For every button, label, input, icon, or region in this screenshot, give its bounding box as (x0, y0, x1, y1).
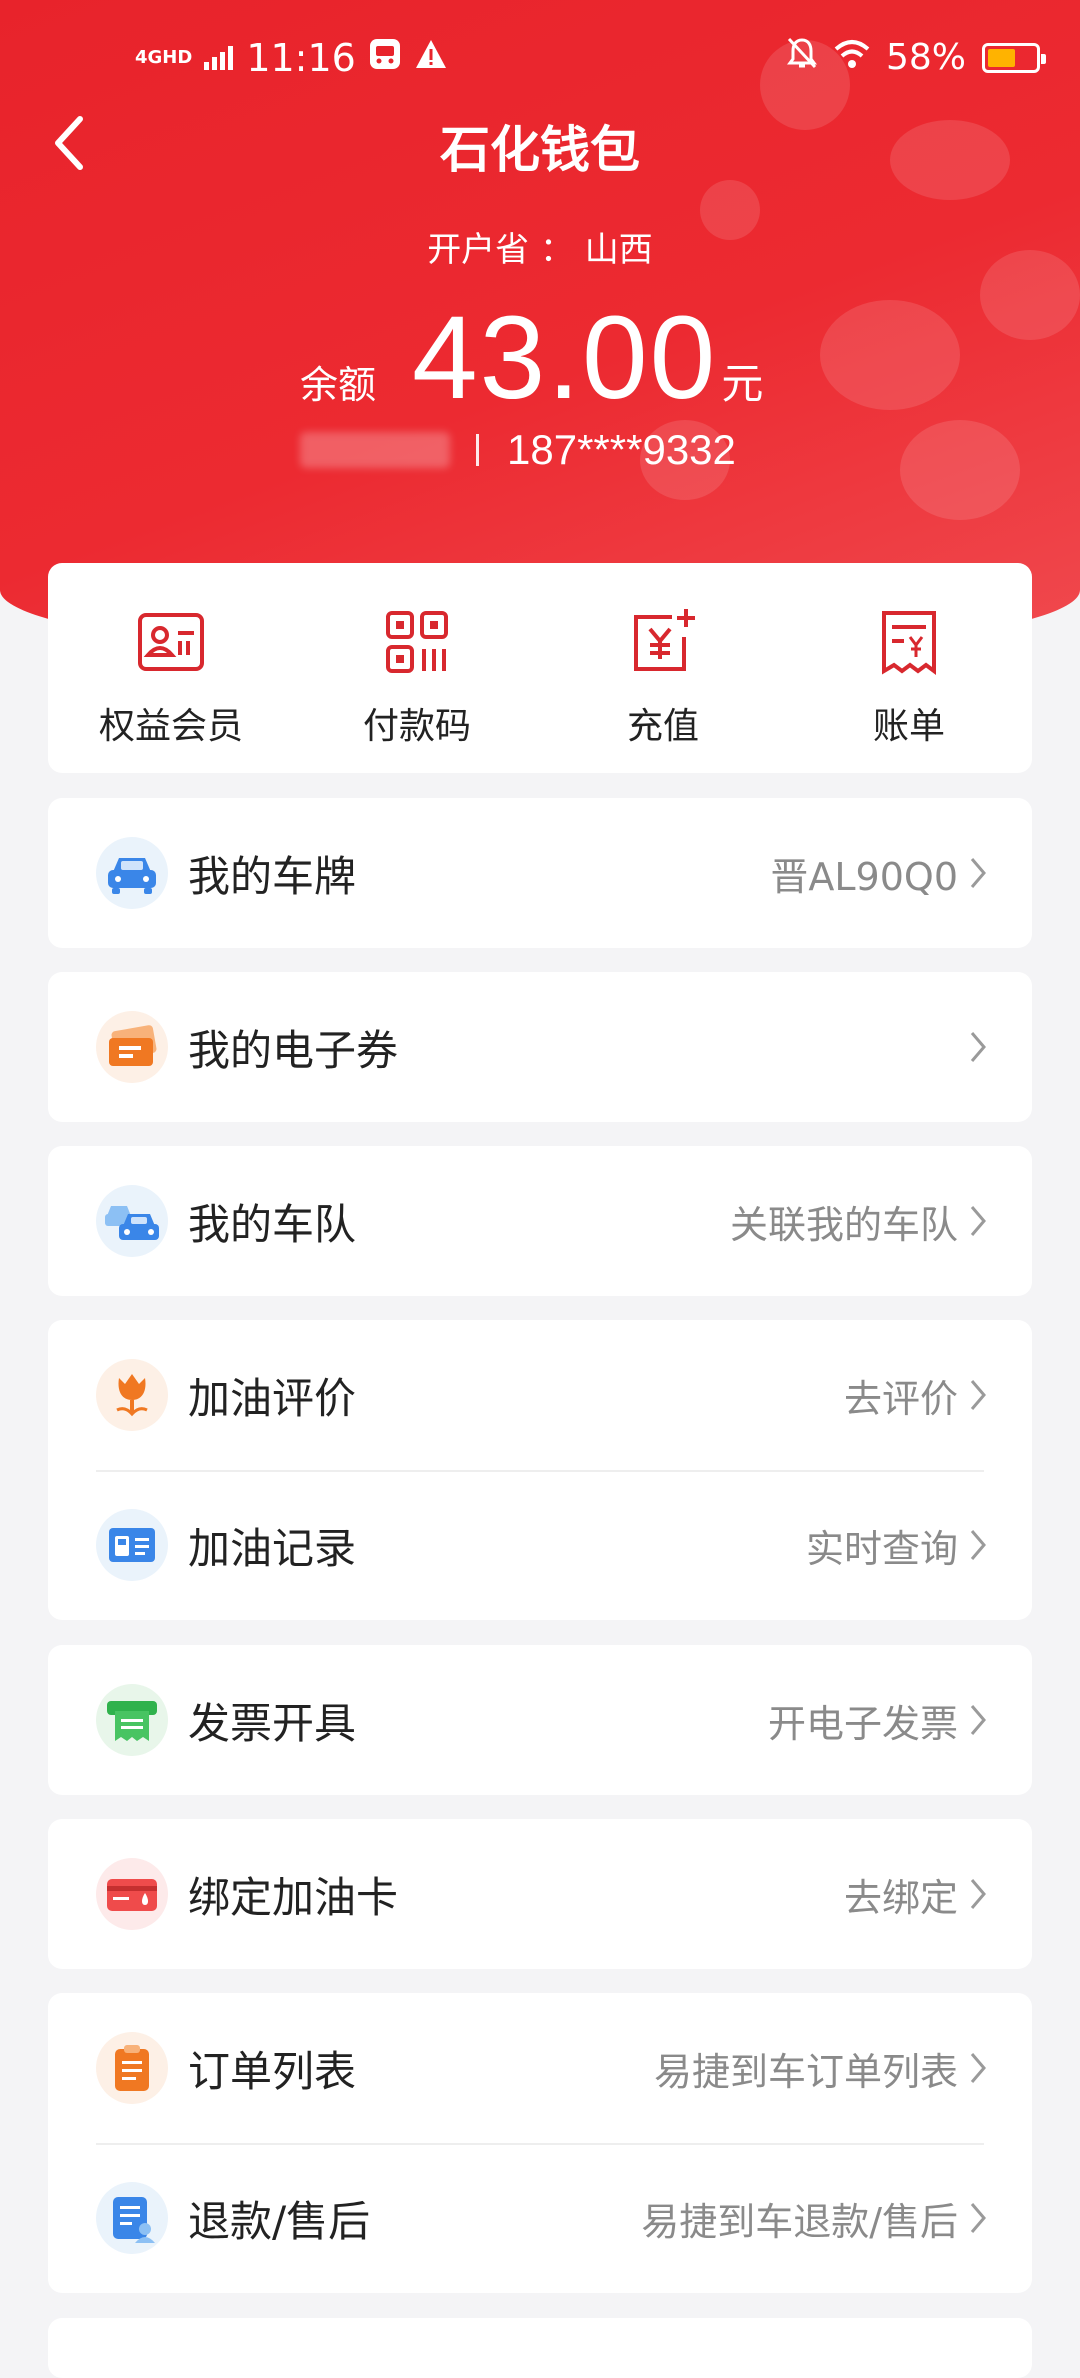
quick-action-label: 付款码 (362, 706, 471, 747)
menu-item-label: 订单列表 (188, 2046, 357, 2096)
card-bind-card: 绑定加油卡 去绑定 (48, 1819, 1032, 1969)
card-next (48, 2318, 1032, 2378)
menu-item-label: 退款/售后 (188, 2196, 371, 2246)
status-bar: 4GHD 11:16 58% (0, 0, 1080, 120)
clock: 11:16 (246, 36, 356, 80)
card-invoice: 发票开具 开电子发票 (48, 1645, 1032, 1795)
menu-item-label: 加油评价 (188, 1373, 357, 1423)
wifi-icon (834, 37, 870, 78)
phone-number: 187****9332 (507, 426, 736, 473)
balance-unit: 元 (721, 359, 764, 408)
battery-percent: 58% (885, 37, 966, 78)
menu-item-refund[interactable]: 退款/售后 易捷到车退款/售后 (48, 2143, 1032, 2293)
menu-item-label: 我的车队 (188, 1199, 357, 1249)
quick-action-label: 权益会员 (98, 706, 243, 747)
refund-icon (113, 2197, 155, 2243)
menu-item-label: 加油记录 (188, 1523, 357, 1573)
menu-item-label: 我的车牌 (188, 851, 357, 901)
chevron-right-icon (970, 1380, 986, 1410)
car-icon (108, 858, 156, 894)
member-card-icon (138, 613, 204, 671)
menu-item-coupon[interactable]: 我的电子券 (48, 972, 1032, 1122)
chevron-right-icon (970, 1206, 986, 1236)
menu-item-value: 去绑定 (843, 1875, 958, 1920)
quick-actions: 权益会员 付款码 充值 账单 (48, 563, 1032, 773)
quick-action-member[interactable]: 权益会员 (48, 563, 294, 773)
menu-item-invoice[interactable]: 发票开具 开电子发票 (48, 1645, 1032, 1795)
flower-icon (116, 1374, 148, 1417)
signal-icon (204, 38, 234, 79)
chevron-right-icon (970, 1032, 986, 1062)
balance-value: 43.00 (412, 292, 718, 424)
card-plate: 我的车牌 晋AL90Q0 (48, 798, 1032, 948)
coupon-icon (109, 1025, 157, 1066)
mute-bell-icon (786, 36, 818, 79)
chevron-right-icon (970, 2053, 986, 2083)
redacted-name (300, 432, 450, 468)
menu-item-fleet[interactable]: 我的车队 关联我的车队 (48, 1146, 1032, 1296)
chevron-right-icon (970, 2203, 986, 2233)
menu-item-value: 去评价 (843, 1376, 958, 1421)
menu-item-label: 发票开具 (188, 1698, 357, 1748)
menu-item-value: 关联我的车队 (729, 1202, 958, 1247)
fuel-card-icon (107, 1879, 157, 1911)
menu-item-records[interactable]: 加油记录 实时查询 (48, 1470, 1032, 1620)
menu-item-value: 易捷到车订单列表 (653, 2049, 958, 2094)
menu-item-value: 开电子发票 (767, 1701, 958, 1746)
balance: 余额 43.00 元 (300, 290, 763, 426)
quick-action-bill[interactable]: 账单 (786, 563, 1032, 773)
invoice-icon (107, 1701, 157, 1741)
account-province: 开户省 ： 山西 (427, 230, 653, 270)
menu-item-value: 实时查询 (805, 1526, 958, 1571)
bill-icon (882, 611, 936, 675)
menu-item-value: 易捷到车退款/售后 (641, 2199, 958, 2244)
fuel-record-icon (109, 1528, 155, 1562)
account-info: 187****9332 (300, 426, 736, 474)
quick-action-label: 账单 (872, 706, 945, 747)
recharge-icon (634, 609, 695, 671)
card-orders: 订单列表 易捷到车订单列表 退款/售后 易捷到车退款/售后 (48, 1993, 1032, 2293)
balance-label: 余额 (300, 363, 377, 407)
warning-icon (414, 38, 448, 79)
menu-item-review[interactable]: 加油评价 去评价 (48, 1320, 1032, 1470)
menu-item-orders[interactable]: 订单列表 易捷到车订单列表 (48, 1993, 1032, 2143)
plate-number: 晋AL90Q0 (770, 854, 958, 899)
chevron-right-icon (970, 1530, 986, 1560)
clipboard-icon (115, 2045, 149, 2091)
menu-item-label: 我的电子券 (188, 1025, 399, 1075)
fleet-icon (105, 1206, 159, 1240)
header-banner: 4GHD 11:16 58% 石化钱包 开户省 ： 山西 余额 43.00 元 … (0, 0, 1080, 660)
quick-action-recharge[interactable]: 充值 (540, 563, 786, 773)
menu-item-bind-card[interactable]: 绑定加油卡 去绑定 (48, 1819, 1032, 1969)
chevron-right-icon (970, 1879, 986, 1909)
menu-item-plate[interactable]: 我的车牌 晋AL90Q0 (48, 798, 1032, 948)
card-fleet: 我的车队 关联我的车队 (48, 1146, 1032, 1296)
menu-item-label: 绑定加油卡 (188, 1872, 399, 1922)
chevron-right-icon (970, 1705, 986, 1735)
network-indicator: 4GHD (135, 47, 193, 68)
card-coupon: 我的电子券 (48, 972, 1032, 1122)
quick-action-pay-code[interactable]: 付款码 (294, 563, 540, 773)
chevron-right-icon (970, 858, 986, 888)
card-fueling: 加油评价 去评价 加油记录 实时查询 (48, 1320, 1032, 1620)
qr-code-icon (386, 611, 448, 673)
page-title: 石化钱包 (440, 121, 640, 179)
app-notification-icon (368, 37, 402, 80)
divider (476, 434, 479, 466)
battery-icon (982, 42, 1046, 73)
quick-action-label: 充值 (626, 706, 699, 747)
